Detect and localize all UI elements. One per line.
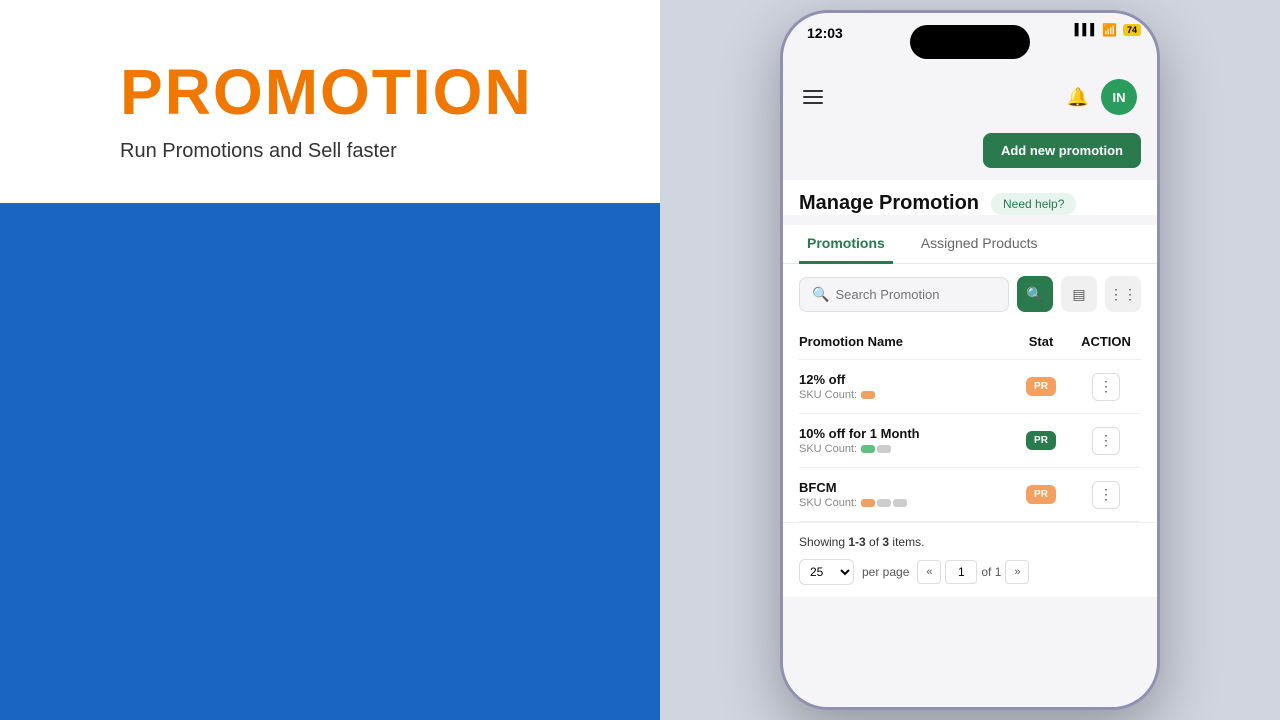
row-info: BFCM SKU Count:	[799, 480, 1011, 509]
tabs-row: Promotions Assigned Products	[783, 225, 1157, 264]
page-last-button[interactable]: »	[1005, 560, 1029, 584]
three-dots-button[interactable]: ⋮	[1092, 481, 1120, 509]
page-nav: « of 1 »	[917, 560, 1029, 584]
pagination-controls: 25 50 100 per page « of 1 »	[799, 559, 1141, 585]
status-badge: PR	[1011, 431, 1071, 450]
row-name: 12% off	[799, 372, 1011, 387]
search-box: 🔍	[799, 277, 1009, 312]
left-top: PROMOTION Run Promotions and Sell faster	[0, 0, 660, 203]
manage-promotion-title: Manage Promotion	[799, 192, 979, 215]
tab-assigned-products[interactable]: Assigned Products	[913, 225, 1046, 264]
left-bottom-blue	[0, 203, 660, 720]
row-name: 10% off for 1 Month	[799, 426, 1011, 441]
left-panel: PROMOTION Run Promotions and Sell faster	[0, 0, 660, 720]
search-row: 🔍 🔍 ▤ ⋮⋮	[783, 264, 1157, 324]
col-header-name: Promotion Name	[799, 334, 1011, 349]
sku-dot	[861, 445, 875, 453]
promotion-subtitle: Run Promotions and Sell faster	[120, 140, 580, 163]
filter-button[interactable]: ▤	[1061, 276, 1097, 312]
row-sku: SKU Count:	[799, 497, 1011, 509]
three-dots-button[interactable]: ⋮	[1092, 373, 1120, 401]
status-icons: ▌▌▌ 📶 74	[1075, 23, 1141, 37]
dynamic-island	[910, 25, 1030, 59]
row-sku: SKU Count:	[799, 443, 1011, 455]
table-row: 10% off for 1 Month SKU Count: PR	[799, 414, 1141, 468]
per-page-label: per page	[862, 565, 909, 579]
table-row: BFCM SKU Count: PR	[799, 468, 1141, 522]
sku-dot	[877, 499, 891, 507]
search-input[interactable]	[835, 287, 996, 302]
hamburger-line-2	[803, 96, 823, 98]
table-area: Promotion Name Stat ACTION 12% off SKU C…	[783, 324, 1157, 522]
sku-dot	[861, 391, 875, 399]
page-input[interactable]	[945, 560, 977, 584]
right-panel: 12:03 ▌▌▌ 📶 74 🔔 IN	[660, 0, 1280, 720]
pr-badge: PR	[1026, 377, 1056, 396]
status-badge: PR	[1011, 485, 1071, 504]
status-badge: PR	[1011, 377, 1071, 396]
sku-dot	[893, 499, 907, 507]
page-first-button[interactable]: «	[917, 560, 941, 584]
search-box-icon: 🔍	[812, 286, 829, 303]
tab-promotions[interactable]: Promotions	[799, 225, 893, 264]
app-header: 🔔 IN	[783, 69, 1157, 125]
manage-row: Manage Promotion Need help?	[783, 180, 1157, 215]
pr-badge: PR	[1026, 485, 1056, 504]
sku-dots	[861, 391, 875, 399]
bell-icon[interactable]: 🔔	[1067, 87, 1089, 108]
table-header: Promotion Name Stat ACTION	[799, 324, 1141, 360]
hamburger-line-3	[803, 102, 823, 104]
row-info: 10% off for 1 Month SKU Count:	[799, 426, 1011, 455]
row-info: 12% off SKU Count:	[799, 372, 1011, 401]
sku-dots	[861, 499, 907, 507]
status-time: 12:03	[807, 23, 843, 43]
search-button[interactable]: 🔍	[1017, 276, 1053, 312]
action-btn: ⋮	[1071, 427, 1141, 455]
row-name: BFCM	[799, 480, 1011, 495]
action-btn: ⋮	[1071, 373, 1141, 401]
wifi-icon: 📶	[1102, 23, 1117, 37]
pagination-area: Showing 1-3 of 3 items. 25 50 100 per pa…	[783, 522, 1157, 597]
signal-icon: ▌▌▌	[1075, 24, 1098, 36]
col-header-status: Stat	[1011, 334, 1071, 349]
need-help-badge[interactable]: Need help?	[991, 193, 1076, 215]
columns-button[interactable]: ⋮⋮	[1105, 276, 1141, 312]
menu-button[interactable]	[803, 90, 823, 104]
sku-dot	[861, 499, 875, 507]
pr-badge: PR	[1026, 431, 1056, 450]
table-row: 12% off SKU Count: PR ⋮	[799, 360, 1141, 414]
page-of: of 1	[981, 565, 1001, 579]
app-content: 🔔 IN Add new promotion Manage Promotion …	[783, 69, 1157, 707]
add-btn-row: Add new promotion	[783, 125, 1157, 180]
col-header-action: ACTION	[1071, 334, 1141, 349]
user-avatar[interactable]: IN	[1101, 79, 1137, 115]
showing-text: Showing 1-3 of 3 items.	[799, 535, 1141, 549]
per-page-select[interactable]: 25 50 100	[799, 559, 854, 585]
add-new-promotion-button[interactable]: Add new promotion	[983, 133, 1141, 168]
row-sku: SKU Count:	[799, 389, 1011, 401]
action-btn: ⋮	[1071, 481, 1141, 509]
phone-frame: 12:03 ▌▌▌ 📶 74 🔔 IN	[780, 10, 1160, 710]
hamburger-line-1	[803, 90, 823, 92]
sku-dot	[877, 445, 891, 453]
battery-badge: 74	[1123, 24, 1141, 36]
header-right: 🔔 IN	[1067, 79, 1137, 115]
promotion-title: PROMOTION	[120, 60, 580, 124]
three-dots-button[interactable]: ⋮	[1092, 427, 1120, 455]
sku-dots	[861, 445, 891, 453]
